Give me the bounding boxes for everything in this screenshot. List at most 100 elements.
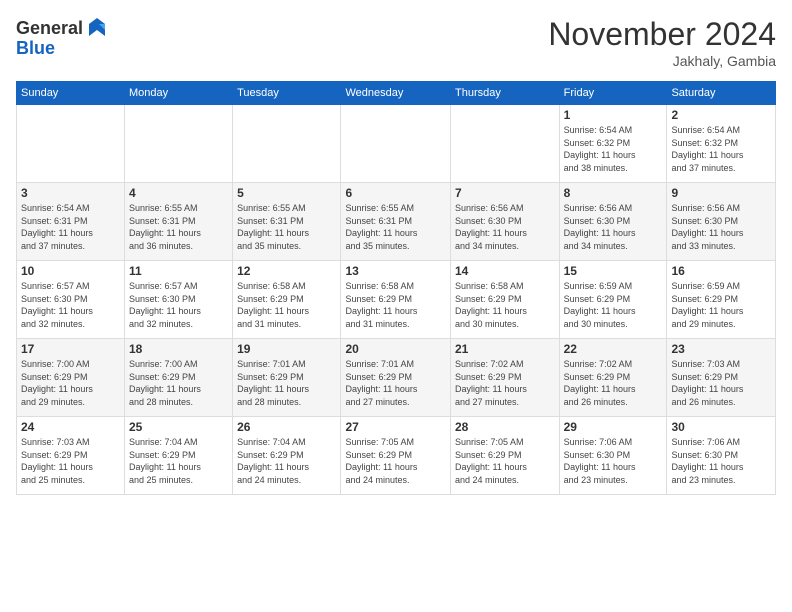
calendar-day-header: Thursday — [450, 82, 559, 105]
calendar-cell: 12Sunrise: 6:58 AM Sunset: 6:29 PM Dayli… — [233, 261, 341, 339]
calendar-cell — [233, 105, 341, 183]
day-info: Sunrise: 6:58 AM Sunset: 6:29 PM Dayligh… — [455, 280, 555, 330]
day-number: 5 — [237, 186, 336, 200]
logo: General Blue — [16, 16, 109, 59]
day-number: 10 — [21, 264, 120, 278]
calendar-week-row: 17 Sunrise: 7:00 AM Sunset: 6:29 PM Dayli… — [17, 339, 776, 417]
day-number: 21 — [455, 342, 555, 356]
day-number: 4 — [129, 186, 228, 200]
logo-general: General — [16, 18, 83, 39]
calendar-cell: 25 Sunrise: 7:04 AM Sunset: 6:29 PM Dayli… — [125, 417, 233, 495]
day-number: 9 — [671, 186, 771, 200]
calendar-cell: 16 Sunrise: 6:59 AM Sunset: 6:29 PM Dayli… — [667, 261, 776, 339]
calendar-cell: 4 Sunrise: 6:55 AM Sunset: 6:31 PM Daylig… — [125, 183, 233, 261]
day-info: Sunrise: 7:01 AM Sunset: 6:29 PM Dayligh… — [345, 358, 446, 408]
day-info: Sunrise: 7:06 AM Sunset: 6:30 PM Dayligh… — [564, 436, 663, 486]
header: General Blue November 2024 Jakhaly, Gamb… — [16, 16, 776, 69]
day-number: 12 — [237, 264, 336, 278]
calendar-header-row: SundayMondayTuesdayWednesdayThursdayFrid… — [17, 82, 776, 105]
calendar-cell: 24Sunrise: 7:03 AM Sunset: 6:29 PM Dayli… — [17, 417, 125, 495]
calendar-week-row: 3Sunrise: 6:54 AM Sunset: 6:31 PM Daylig… — [17, 183, 776, 261]
page: General Blue November 2024 Jakhaly, Gamb… — [0, 0, 792, 612]
calendar-cell: 26 Sunrise: 7:04 AM Sunset: 6:29 PM Dayli… — [233, 417, 341, 495]
day-info: Sunrise: 6:57 AM Sunset: 6:30 PM Dayligh… — [129, 280, 228, 330]
calendar-cell: 2Sunrise: 6:54 AM Sunset: 6:32 PM Daylig… — [667, 105, 776, 183]
day-number: 18 — [129, 342, 228, 356]
day-info: Sunrise: 6:55 AM Sunset: 6:31 PM Dayligh… — [129, 202, 228, 252]
calendar-cell: 6Sunrise: 6:55 AM Sunset: 6:31 PM Daylig… — [341, 183, 451, 261]
location: Jakhaly, Gambia — [548, 53, 776, 69]
day-info: Sunrise: 7:04 AM Sunset: 6:29 PM Dayligh… — [237, 436, 336, 486]
logo-blue: Blue — [16, 38, 109, 59]
day-info: Sunrise: 6:56 AM Sunset: 6:30 PM Dayligh… — [455, 202, 555, 252]
calendar-cell: 20 Sunrise: 7:01 AM Sunset: 6:29 PM Dayli… — [341, 339, 451, 417]
calendar-day-header: Wednesday — [341, 82, 451, 105]
day-info: Sunrise: 6:54 AM Sunset: 6:31 PM Dayligh… — [21, 202, 120, 252]
day-number: 23 — [671, 342, 771, 356]
calendar-cell: 1 Sunrise: 6:54 AM Sunset: 6:32 PM Daylig… — [559, 105, 667, 183]
day-info: Sunrise: 6:54 AM Sunset: 6:32 PM Dayligh… — [564, 124, 663, 174]
calendar-cell: 7 Sunrise: 6:56 AM Sunset: 6:30 PM Daylig… — [450, 183, 559, 261]
day-info: Sunrise: 6:56 AM Sunset: 6:30 PM Dayligh… — [564, 202, 663, 252]
calendar-cell: 9 Sunrise: 6:56 AM Sunset: 6:30 PM Daylig… — [667, 183, 776, 261]
calendar-cell: 29Sunrise: 7:06 AM Sunset: 6:30 PM Dayli… — [559, 417, 667, 495]
calendar-cell: 11 Sunrise: 6:57 AM Sunset: 6:30 PM Dayli… — [125, 261, 233, 339]
day-number: 11 — [129, 264, 228, 278]
day-number: 2 — [671, 108, 771, 122]
calendar-day-header: Monday — [125, 82, 233, 105]
month-title: November 2024 — [548, 16, 776, 53]
day-number: 22 — [564, 342, 663, 356]
day-number: 7 — [455, 186, 555, 200]
calendar-cell: 5 Sunrise: 6:55 AM Sunset: 6:31 PM Daylig… — [233, 183, 341, 261]
calendar-cell: 23 Sunrise: 7:03 AM Sunset: 6:29 PM Dayli… — [667, 339, 776, 417]
calendar-cell: 18 Sunrise: 7:00 AM Sunset: 6:29 PM Dayli… — [125, 339, 233, 417]
calendar-cell — [341, 105, 451, 183]
calendar-week-row: 24Sunrise: 7:03 AM Sunset: 6:29 PM Dayli… — [17, 417, 776, 495]
day-number: 19 — [237, 342, 336, 356]
day-number: 16 — [671, 264, 771, 278]
day-number: 30 — [671, 420, 771, 434]
day-info: Sunrise: 7:01 AM Sunset: 6:29 PM Dayligh… — [237, 358, 336, 408]
day-info: Sunrise: 6:55 AM Sunset: 6:31 PM Dayligh… — [237, 202, 336, 252]
calendar-cell: 19 Sunrise: 7:01 AM Sunset: 6:29 PM Dayli… — [233, 339, 341, 417]
calendar-cell: 27 Sunrise: 7:05 AM Sunset: 6:29 PM Dayli… — [341, 417, 451, 495]
calendar-cell: 14Sunrise: 6:58 AM Sunset: 6:29 PM Dayli… — [450, 261, 559, 339]
calendar-day-header: Sunday — [17, 82, 125, 105]
title-section: November 2024 Jakhaly, Gambia — [548, 16, 776, 69]
day-number: 17 — [21, 342, 120, 356]
day-number: 1 — [564, 108, 663, 122]
calendar-cell: 22 Sunrise: 7:02 AM Sunset: 6:29 PM Dayli… — [559, 339, 667, 417]
day-info: Sunrise: 6:59 AM Sunset: 6:29 PM Dayligh… — [671, 280, 771, 330]
day-number: 25 — [129, 420, 228, 434]
calendar-day-header: Friday — [559, 82, 667, 105]
day-info: Sunrise: 7:03 AM Sunset: 6:29 PM Dayligh… — [671, 358, 771, 408]
day-info: Sunrise: 7:00 AM Sunset: 6:29 PM Dayligh… — [129, 358, 228, 408]
calendar-cell: 13 Sunrise: 6:58 AM Sunset: 6:29 PM Dayli… — [341, 261, 451, 339]
calendar-cell — [125, 105, 233, 183]
day-info: Sunrise: 7:00 AM Sunset: 6:29 PM Dayligh… — [21, 358, 120, 408]
day-info: Sunrise: 6:57 AM Sunset: 6:30 PM Dayligh… — [21, 280, 120, 330]
day-number: 28 — [455, 420, 555, 434]
day-info: Sunrise: 7:02 AM Sunset: 6:29 PM Dayligh… — [455, 358, 555, 408]
calendar-cell: 30Sunrise: 7:06 AM Sunset: 6:30 PM Dayli… — [667, 417, 776, 495]
day-number: 8 — [564, 186, 663, 200]
day-info: Sunrise: 7:03 AM Sunset: 6:29 PM Dayligh… — [21, 436, 120, 486]
day-number: 13 — [345, 264, 446, 278]
day-number: 26 — [237, 420, 336, 434]
day-number: 27 — [345, 420, 446, 434]
day-info: Sunrise: 6:56 AM Sunset: 6:30 PM Dayligh… — [671, 202, 771, 252]
calendar-cell — [17, 105, 125, 183]
day-info: Sunrise: 6:58 AM Sunset: 6:29 PM Dayligh… — [345, 280, 446, 330]
day-info: Sunrise: 7:05 AM Sunset: 6:29 PM Dayligh… — [345, 436, 446, 486]
calendar: SundayMondayTuesdayWednesdayThursdayFrid… — [16, 81, 776, 495]
calendar-cell: 8 Sunrise: 6:56 AM Sunset: 6:30 PM Daylig… — [559, 183, 667, 261]
calendar-cell: 3Sunrise: 6:54 AM Sunset: 6:31 PM Daylig… — [17, 183, 125, 261]
calendar-cell: 15Sunrise: 6:59 AM Sunset: 6:29 PM Dayli… — [559, 261, 667, 339]
day-info: Sunrise: 7:02 AM Sunset: 6:29 PM Dayligh… — [564, 358, 663, 408]
calendar-cell: 21 Sunrise: 7:02 AM Sunset: 6:29 PM Dayli… — [450, 339, 559, 417]
calendar-cell: 10 Sunrise: 6:57 AM Sunset: 6:30 PM Dayli… — [17, 261, 125, 339]
day-number: 20 — [345, 342, 446, 356]
day-info: Sunrise: 6:55 AM Sunset: 6:31 PM Dayligh… — [345, 202, 446, 252]
day-info: Sunrise: 7:04 AM Sunset: 6:29 PM Dayligh… — [129, 436, 228, 486]
day-info: Sunrise: 6:59 AM Sunset: 6:29 PM Dayligh… — [564, 280, 663, 330]
